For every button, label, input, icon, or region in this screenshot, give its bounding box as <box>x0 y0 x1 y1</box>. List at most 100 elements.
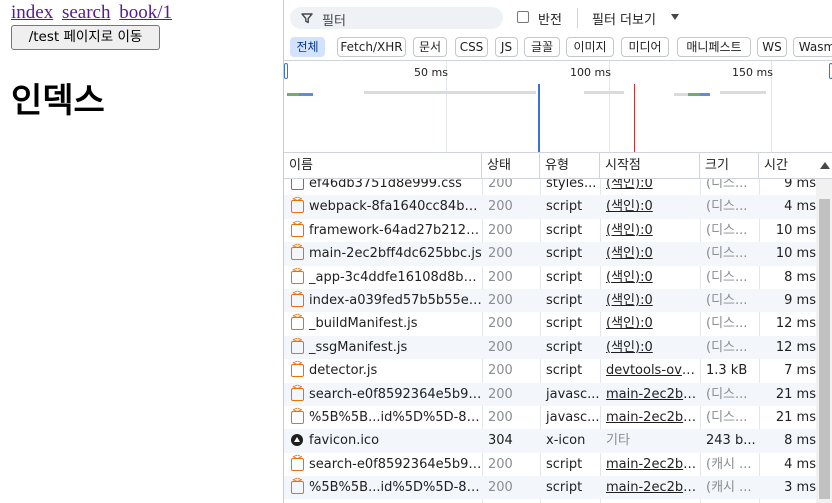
type-filter-js[interactable]: JS <box>495 37 518 57</box>
filter-placeholder: 필터 <box>322 14 346 29</box>
type-filter-font[interactable]: 글꼴 <box>524 37 560 57</box>
request-status: 200 <box>488 222 513 238</box>
type-filter-css[interactable]: CSS <box>455 37 488 57</box>
request-status: 200 <box>488 339 513 355</box>
request-table-scrollbar[interactable] <box>816 179 832 503</box>
request-name: %5B%5B...id%5D%5D-89... <box>309 409 482 425</box>
request-initiator[interactable]: (색인):0 <box>600 195 700 218</box>
invert-label: 반전 <box>538 13 562 28</box>
type-filter-manifest[interactable]: 매니페스트 <box>677 37 751 57</box>
request-type: script <box>546 456 583 472</box>
overview-request-bar <box>688 93 700 96</box>
nav-link-search[interactable]: search <box>62 2 111 23</box>
more-filters-dropdown[interactable]: 필터 더보기 <box>592 9 656 28</box>
request-initiator[interactable]: (색인):0 <box>600 289 700 312</box>
column-header-size[interactable]: 크기 <box>700 153 759 179</box>
request-name: favicon.ico <box>309 433 380 449</box>
request-initiator[interactable]: (색인):0 <box>600 242 700 265</box>
column-header-type[interactable]: 유형 <box>540 153 600 179</box>
devtools-network-panel: 필터 반전 필터 더보기 전체 Fetch/XHR 문서 CSS JS 글꼴 이… <box>283 0 832 503</box>
request-initiator[interactable]: main-2ec2bff4c <box>600 476 700 499</box>
overview-tick-label: 50 ms <box>414 66 448 79</box>
request-row[interactable]: %5B%5B...id%5D%5D-89... 200 javasc...main-… <box>284 406 816 429</box>
request-initiator[interactable]: main-2ec2bff4c <box>600 383 700 406</box>
network-overview-timeline[interactable]: 50 ms 100 ms 150 ms <box>284 60 832 153</box>
request-name: ef46db3751d8e999.css <box>309 179 462 191</box>
request-row[interactable]: _ssgManifest.js 200 script (색인):0 (디스... 12 m… <box>284 335 816 360</box>
request-row[interactable]: framework-64ad27b2126... 200 script (색인):0 (… <box>284 219 816 242</box>
dom-content-loaded-marker <box>538 84 540 152</box>
request-time: 4 ms <box>784 199 816 215</box>
invert-checkbox[interactable] <box>517 11 529 23</box>
request-status: 200 <box>488 179 513 191</box>
request-row[interactable]: search-e0f8592364e5b92... 200 script main-2… <box>284 453 816 476</box>
type-filter-fetch-xhr[interactable]: Fetch/XHR <box>337 37 406 57</box>
request-time: 21 ms <box>775 409 816 425</box>
type-filter-ws[interactable]: WS <box>757 37 787 57</box>
request-row[interactable]: favicon.ico 304 x-icon 기타 243 b... 8 ms <box>284 429 816 453</box>
type-filter-wasm[interactable]: Wasm <box>793 37 832 57</box>
request-type: script <box>546 316 583 332</box>
overview-request-bar <box>287 93 299 96</box>
resource-type-filter-bar: 전체 Fetch/XHR 문서 CSS JS 글꼴 이미지 미디어 매니페스트 … <box>284 35 832 60</box>
request-size: 243 b... <box>706 433 756 449</box>
overview-request-bar <box>674 93 688 96</box>
column-header-name[interactable]: 이름 <box>284 153 482 179</box>
request-initiator[interactable]: (색인):0 <box>600 219 700 242</box>
request-size: (캐시 ... <box>706 480 752 496</box>
request-size: (디스... <box>706 246 748 262</box>
type-filter-all[interactable]: 전체 <box>290 37 325 57</box>
request-type: script <box>546 222 583 238</box>
type-filter-image[interactable]: 이미지 <box>566 37 614 57</box>
request-status: 200 <box>488 386 513 402</box>
request-row[interactable]: _app-3c4ddfe16108d8b8.js 200 script (색인):0 (… <box>284 266 816 289</box>
request-type: script <box>546 480 583 496</box>
filter-input[interactable]: 필터 <box>290 7 503 29</box>
overview-request-bar <box>364 91 536 94</box>
column-header-time[interactable]: 시간 <box>759 153 816 179</box>
request-type: script <box>546 269 583 285</box>
request-size: (디스... <box>706 292 748 308</box>
overview-request-bar <box>299 93 313 96</box>
request-row[interactable]: index-a039fed57b5b55e7.js 200 script (색인):0… <box>284 288 816 313</box>
request-initiator[interactable]: (색인):0 <box>600 336 700 359</box>
request-initiator[interactable]: main-2ec2bff4c <box>600 406 700 429</box>
overview-range-handle-left[interactable] <box>284 63 288 79</box>
page-viewport: index search book/1 /test 페이지로 이동 인덱스 <box>0 0 283 503</box>
request-row[interactable]: _buildManifest.js 200 script (색인):0 (디스... 12… <box>284 312 816 335</box>
type-filter-media[interactable]: 미디어 <box>621 37 669 57</box>
request-table-header: 이름 상태 유형 시작점 크기 시간 <box>284 153 832 179</box>
request-initiator[interactable]: devtools-overla <box>600 359 700 382</box>
nav-link-book[interactable]: book/1 <box>119 2 172 23</box>
request-name: detector.js <box>309 363 378 379</box>
request-status: 200 <box>488 456 513 472</box>
request-name: webpack-8fa1640cc84ba8... <box>309 199 482 215</box>
request-initiator[interactable]: (색인):0 <box>600 179 700 195</box>
request-status: 304 <box>488 433 513 449</box>
request-initiator[interactable]: main-2ec2bff4c <box>600 453 700 476</box>
request-row[interactable]: %5B%5B...id%5D%5D-89... 200 script main-2ec… <box>284 476 816 500</box>
go-to-test-button[interactable]: /test 페이지로 이동 <box>11 25 160 50</box>
sort-ascending-icon[interactable] <box>820 162 830 169</box>
column-header-initiator[interactable]: 시작점 <box>600 153 700 179</box>
overview-request-bar <box>720 91 766 94</box>
chevron-down-icon <box>671 14 679 20</box>
scrollbar-thumb[interactable] <box>819 199 830 499</box>
request-status: 200 <box>488 292 513 308</box>
overview-request-bar <box>584 91 624 94</box>
request-row[interactable]: search-e0f8592364e5b92... 200 javasc...mai… <box>284 382 816 406</box>
request-row[interactable]: webpack-8fa1640cc84ba8... 200 script (색인):0… <box>284 195 816 219</box>
request-row[interactable]: ef46db3751d8e999.css 200 styles... (색인):0 (디… <box>284 179 816 195</box>
filter-bar: 필터 반전 필터 더보기 <box>284 0 832 35</box>
request-name: index-a039fed57b5b55e7.js <box>309 292 482 308</box>
request-row[interactable]: main-2ec2bff4dc625bbc.js 200 script (색인):0 (… <box>284 242 816 266</box>
type-filter-document[interactable]: 문서 <box>413 37 447 57</box>
nav-link-index[interactable]: index <box>11 2 53 23</box>
request-row[interactable]: detector.js 200 script devtools-overla 1.3 k… <box>284 359 816 382</box>
request-time: 10 ms <box>775 246 816 262</box>
request-name: _buildManifest.js <box>309 316 418 332</box>
column-header-status[interactable]: 상태 <box>482 153 540 179</box>
request-rows: ef46db3751d8e999.css 200 styles... (색인):0 (디… <box>284 179 816 500</box>
request-initiator[interactable]: (색인):0 <box>600 266 700 289</box>
request-initiator[interactable]: (색인):0 <box>600 312 700 335</box>
